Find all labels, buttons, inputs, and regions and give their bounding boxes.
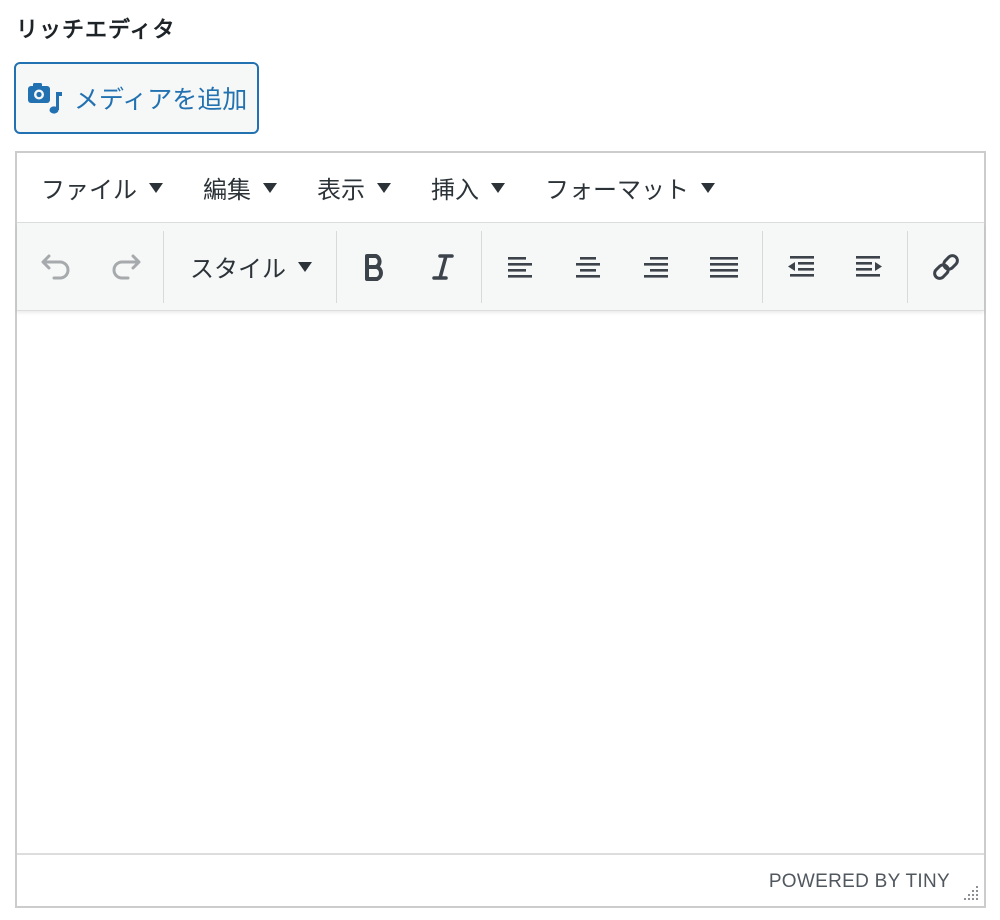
caret-down-icon bbox=[377, 182, 391, 193]
add-media-label: メディアを追加 bbox=[74, 85, 248, 114]
caret-down-icon bbox=[149, 182, 163, 193]
menu-insert[interactable]: 挿入 bbox=[431, 170, 505, 205]
field-label: リッチエディタ bbox=[16, 18, 176, 43]
align-right-button[interactable] bbox=[622, 233, 690, 301]
bold-button[interactable] bbox=[341, 233, 409, 301]
resize-handle-icon[interactable] bbox=[962, 884, 980, 902]
redo-button[interactable] bbox=[91, 233, 159, 301]
align-center-button[interactable] bbox=[554, 233, 622, 301]
italic-icon bbox=[431, 253, 455, 281]
menu-view[interactable]: 表示 bbox=[317, 170, 391, 205]
toolbar-separator bbox=[481, 230, 482, 303]
caret-down-icon bbox=[701, 182, 715, 193]
italic-button[interactable] bbox=[409, 233, 477, 301]
add-media-button[interactable]: メディアを追加 bbox=[14, 62, 259, 134]
rich-text-editor: ファイル 編集 表示 挿入 フォーマット スタイル POWERED BY TIN… bbox=[15, 151, 986, 908]
caret-down-icon bbox=[298, 261, 312, 272]
menu-format[interactable]: フォーマット bbox=[545, 170, 715, 205]
history-group bbox=[17, 231, 159, 303]
align-left-button[interactable] bbox=[486, 233, 554, 301]
menu-view-label: 表示 bbox=[317, 176, 365, 204]
powered-by-link[interactable]: POWERED BY TINY bbox=[769, 871, 950, 893]
indent-button[interactable] bbox=[835, 233, 903, 301]
caret-down-icon bbox=[263, 182, 277, 193]
indent-group bbox=[767, 231, 903, 303]
undo-icon bbox=[40, 252, 74, 282]
bold-icon bbox=[363, 253, 387, 281]
menu-edit[interactable]: 編集 bbox=[203, 170, 277, 205]
menu-file[interactable]: ファイル bbox=[41, 170, 163, 205]
toolbar-separator bbox=[907, 230, 908, 303]
formatting-group bbox=[341, 231, 477, 303]
statusbar: POWERED BY TINY bbox=[17, 853, 984, 906]
media-camera-music-icon bbox=[26, 79, 64, 117]
toolbar-separator bbox=[762, 230, 763, 303]
align-right-icon bbox=[642, 254, 670, 280]
align-center-icon bbox=[574, 254, 602, 280]
menu-edit-label: 編集 bbox=[203, 176, 251, 204]
toolbar: スタイル bbox=[17, 223, 984, 311]
indent-icon bbox=[854, 254, 884, 280]
alignment-group bbox=[486, 231, 758, 303]
link-button[interactable] bbox=[912, 233, 980, 301]
link-icon bbox=[930, 251, 962, 283]
outdent-icon bbox=[786, 254, 816, 280]
outdent-button[interactable] bbox=[767, 233, 835, 301]
undo-button[interactable] bbox=[23, 233, 91, 301]
align-justify-icon bbox=[708, 254, 740, 280]
menu-format-label: フォーマット bbox=[545, 176, 689, 204]
redo-icon bbox=[108, 252, 142, 282]
align-left-icon bbox=[506, 254, 534, 280]
align-justify-button[interactable] bbox=[690, 233, 758, 301]
menu-file-label: ファイル bbox=[41, 176, 137, 204]
caret-down-icon bbox=[491, 182, 505, 193]
toolbar-separator bbox=[336, 230, 337, 303]
menu-insert-label: 挿入 bbox=[431, 176, 479, 204]
editor-content-area[interactable] bbox=[17, 311, 984, 853]
toolbar-separator bbox=[163, 230, 164, 303]
menubar: ファイル 編集 表示 挿入 フォーマット bbox=[17, 153, 984, 223]
styles-label: スタイル bbox=[190, 255, 286, 283]
styles-dropdown[interactable]: スタイル bbox=[168, 233, 332, 301]
